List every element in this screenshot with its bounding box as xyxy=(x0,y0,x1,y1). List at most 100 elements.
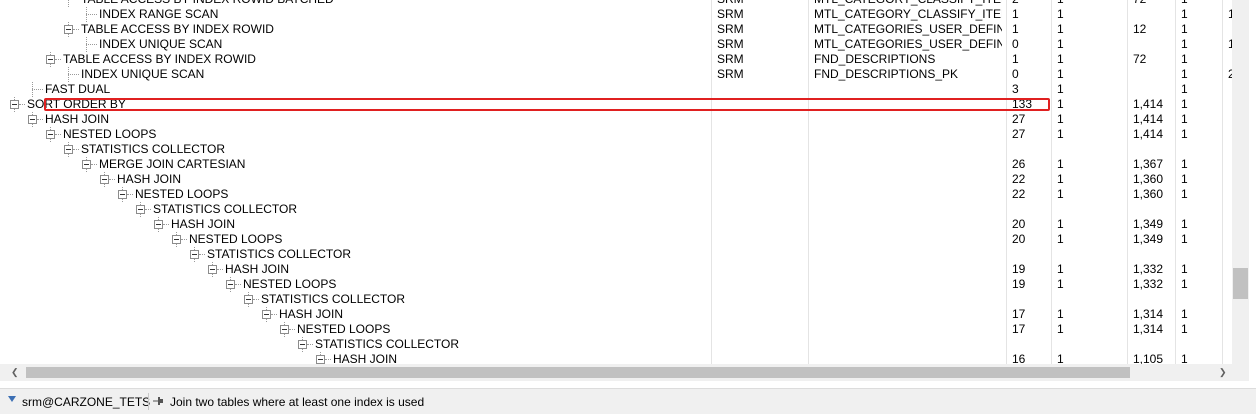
operation-label: FAST DUAL xyxy=(45,82,111,96)
plan-row[interactable]: TABLE ACCESS BY INDEX ROWID BATCHED SRM MT… xyxy=(0,0,1232,7)
operation-label: TABLE ACCESS BY INDEX ROWID xyxy=(63,52,256,66)
plan-row[interactable]: HASH JOIN 16 1 1,105 1 xyxy=(0,352,1232,364)
plan-row[interactable]: NESTED LOOPS 17 1 1,314 1 xyxy=(0,322,1232,337)
operation-label: STATISTICS COLLECTOR xyxy=(261,292,406,306)
scroll-right-arrow-icon[interactable]: ❯ xyxy=(1219,364,1227,381)
owner-cell: SRM xyxy=(717,37,744,51)
collapse-toggle-icon[interactable] xyxy=(82,160,91,169)
plan-row[interactable]: HASH JOIN 20 1 1,349 1 xyxy=(0,217,1232,232)
scroll-left-arrow-icon[interactable]: ❮ xyxy=(11,364,19,381)
cardinality-cell xyxy=(1057,337,1117,352)
plan-row[interactable]: HASH JOIN 27 1 1,414 1 xyxy=(0,112,1232,127)
tree-connector xyxy=(253,299,259,300)
cpu-cost-cell xyxy=(1181,202,1197,217)
cost-cell: 20 xyxy=(1012,232,1026,246)
cardinality-cell: 1 xyxy=(1057,172,1064,186)
plan-row[interactable]: NESTED LOOPS 22 1 1,360 1 xyxy=(0,187,1232,202)
collapse-toggle-icon[interactable] xyxy=(280,325,289,334)
collapse-toggle-icon[interactable] xyxy=(172,235,181,244)
collapse-toggle-icon[interactable] xyxy=(100,175,109,184)
collapse-toggle-icon[interactable] xyxy=(64,25,73,34)
horizontal-scroll-thumb[interactable] xyxy=(26,367,1130,378)
collapse-toggle-icon[interactable] xyxy=(298,340,307,349)
vertical-scroll-thumb[interactable] xyxy=(1233,268,1248,299)
cpu-cost-cell: 1 xyxy=(1181,277,1188,291)
plan-row[interactable]: TABLE ACCESS BY INDEX ROWID SRM FND_DESCRI… xyxy=(0,52,1232,67)
owner-cell xyxy=(717,82,805,97)
plan-row[interactable]: TABLE ACCESS BY INDEX ROWID SRM MTL_CATEGO… xyxy=(0,22,1232,37)
plan-row[interactable]: STATISTICS COLLECTOR xyxy=(0,337,1232,352)
cost-cell: 26 xyxy=(1012,157,1026,171)
tree-guide xyxy=(68,0,69,7)
operation-label: HASH JOIN xyxy=(45,112,110,126)
operation-label: NESTED LOOPS xyxy=(135,187,229,201)
connection-label[interactable]: srm@CARZONE_TETS xyxy=(22,395,150,409)
collapse-toggle-icon[interactable] xyxy=(136,205,145,214)
operation-cell: INDEX UNIQUE SCAN xyxy=(0,37,707,52)
plan-row[interactable]: HASH JOIN 17 1 1,314 1 xyxy=(0,307,1232,322)
collapse-toggle-icon[interactable] xyxy=(244,295,253,304)
status-bar: srm@CARZONE_TETS Join two tables where a… xyxy=(0,388,1256,414)
plan-row[interactable]: HASH JOIN 22 1 1,360 1 xyxy=(0,172,1232,187)
operation-cell: NESTED LOOPS xyxy=(0,127,707,142)
collapse-toggle-icon[interactable] xyxy=(316,355,325,364)
cardinality-cell: 1 xyxy=(1057,22,1064,36)
plan-row[interactable]: NESTED LOOPS 27 1 1,414 1 xyxy=(0,127,1232,142)
plan-row[interactable]: STATISTICS COLLECTOR xyxy=(0,142,1232,157)
cpu-cost-cell xyxy=(1181,247,1197,262)
owner-cell: SRM xyxy=(717,22,744,36)
bytes-cell xyxy=(1133,7,1177,22)
object-name-cell xyxy=(814,157,1002,172)
collapse-toggle-icon[interactable] xyxy=(208,265,217,274)
operation-label: INDEX UNIQUE SCAN xyxy=(81,67,205,81)
object-name-cell xyxy=(814,232,1002,247)
operation-cell: STATISTICS COLLECTOR xyxy=(0,142,707,157)
object-name-cell: MTL_CATEGORY_CLASSIFY_ITEM... xyxy=(814,7,1002,21)
collapse-toggle-icon[interactable] xyxy=(118,190,127,199)
plan-row[interactable]: STATISTICS COLLECTOR xyxy=(0,202,1232,217)
tree-connector xyxy=(199,254,205,255)
collapse-toggle-icon[interactable] xyxy=(190,250,199,259)
owner-cell xyxy=(717,337,805,352)
owner-cell xyxy=(717,202,805,217)
operation-label: STATISTICS COLLECTOR xyxy=(153,202,298,216)
bytes-cell: 1,414 xyxy=(1133,112,1164,126)
plan-row[interactable]: STATISTICS COLLECTOR xyxy=(0,247,1232,262)
operation-cell: INDEX UNIQUE SCAN xyxy=(0,67,707,82)
operation-label: NESTED LOOPS xyxy=(189,232,283,246)
explain-plan-grid[interactable]: TABLE ACCESS BY INDEX ROWID BATCHED SRM MT… xyxy=(0,0,1232,364)
bytes-cell: 72 xyxy=(1133,0,1177,7)
owner-cell xyxy=(717,112,805,127)
cost-cell: 27 xyxy=(1012,127,1026,141)
plan-row[interactable]: HASH JOIN 19 1 1,332 1 xyxy=(0,262,1232,277)
collapse-toggle-icon[interactable] xyxy=(154,220,163,229)
dropdown-caret-icon[interactable] xyxy=(8,396,16,402)
cost-cell: 19 xyxy=(1012,262,1026,276)
collapse-toggle-icon[interactable] xyxy=(46,55,55,64)
plan-row[interactable]: NESTED LOOPS 20 1 1,349 1 xyxy=(0,232,1232,247)
cardinality-cell: 1 xyxy=(1057,67,1064,81)
cpu-cost-cell xyxy=(1181,337,1197,352)
vertical-scrollbar[interactable] xyxy=(1232,0,1249,364)
plan-row[interactable]: INDEX UNIQUE SCAN SRM MTL_CATEGORIES_USER_… xyxy=(0,37,1232,52)
tree-connector xyxy=(68,74,79,75)
operation-cell: HASH JOIN xyxy=(0,262,707,277)
bytes-cell: 12 xyxy=(1133,22,1147,36)
collapse-toggle-icon[interactable] xyxy=(262,310,271,319)
collapse-toggle-icon[interactable] xyxy=(46,130,55,139)
owner-cell xyxy=(717,157,805,172)
operation-cell: TABLE ACCESS BY INDEX ROWID xyxy=(0,52,707,67)
plan-row[interactable]: INDEX RANGE SCAN SRM MTL_CATEGORY_CLASSIFY… xyxy=(0,7,1232,22)
collapse-toggle-icon[interactable] xyxy=(226,280,235,289)
plan-row[interactable]: MERGE JOIN CARTESIAN 26 1 1,367 1 xyxy=(0,157,1232,172)
collapse-toggle-icon[interactable] xyxy=(10,100,19,109)
plan-row[interactable]: STATISTICS COLLECTOR xyxy=(0,292,1232,307)
plan-row[interactable]: NESTED LOOPS 19 1 1,332 1 xyxy=(0,277,1232,292)
plan-row[interactable]: FAST DUAL 3 1 1 xyxy=(0,82,1232,97)
operation-label: STATISTICS COLLECTOR xyxy=(81,142,226,156)
plan-row[interactable]: INDEX UNIQUE SCAN SRM FND_DESCRIPTIONS_PK 0… xyxy=(0,67,1232,82)
owner-cell xyxy=(717,142,805,157)
collapse-toggle-icon[interactable] xyxy=(64,145,73,154)
bytes-cell: 1,349 xyxy=(1133,232,1164,246)
collapse-toggle-icon[interactable] xyxy=(28,115,37,124)
